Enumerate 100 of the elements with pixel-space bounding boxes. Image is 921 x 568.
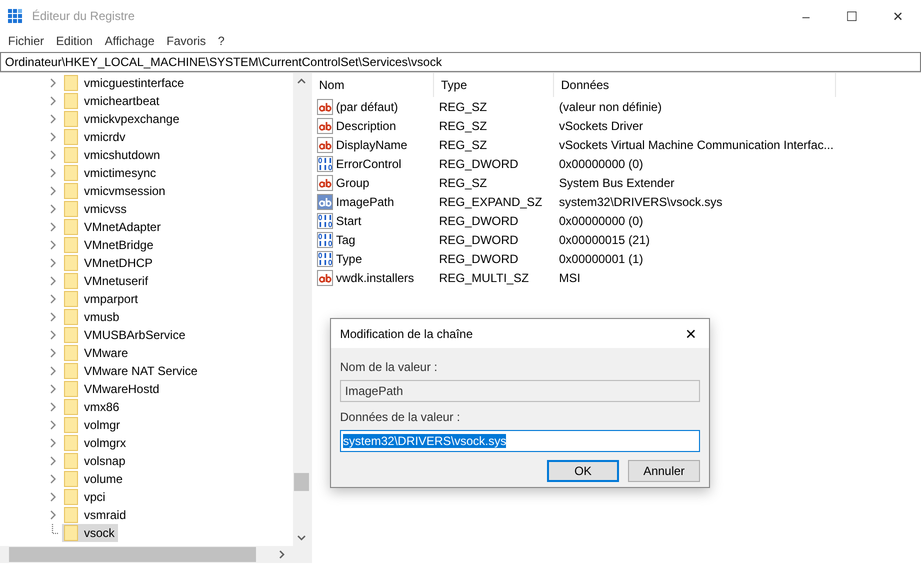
- folder-icon: [64, 237, 78, 253]
- tree-item[interactable]: vmictimesync: [62, 164, 160, 182]
- chevron-icon[interactable]: [48, 204, 58, 214]
- chevron-icon[interactable]: [48, 276, 58, 286]
- chevron-icon[interactable]: [48, 330, 58, 340]
- tree-item[interactable]: VMnetDHCP: [62, 254, 156, 272]
- field-label: Nom de la valeur :: [340, 360, 438, 376]
- folder-icon: [64, 381, 78, 397]
- folder-icon: [64, 75, 78, 91]
- value-type: REG_DWORD: [438, 232, 520, 246]
- address-bar[interactable]: Ordinateur\HKEY_LOCAL_MACHINE\SYSTEM\CurrentControlSet\Services\vsock: [0, 52, 921, 72]
- value-data: MSI: [558, 270, 580, 284]
- menu-item[interactable]: ?: [212, 34, 231, 48]
- menu-item[interactable]: Affichage: [98, 34, 161, 48]
- maximize-button[interactable]: ☐: [829, 0, 875, 32]
- chevron-icon[interactable]: [48, 186, 58, 196]
- folder-icon: [64, 327, 78, 343]
- chevron-icon[interactable]: [48, 402, 58, 412]
- folder-icon: [64, 453, 78, 469]
- value-type: REG_DWORD: [438, 156, 520, 170]
- tree-item[interactable]: vpci: [62, 488, 108, 506]
- chevron-icon[interactable]: [48, 96, 58, 106]
- folder-icon: [64, 273, 78, 289]
- chevron-icon[interactable]: [48, 132, 58, 142]
- chevron-icon[interactable]: [48, 510, 58, 520]
- tree-item[interactable]: volmgrx: [62, 434, 130, 452]
- chevron-icon[interactable]: [48, 294, 58, 304]
- menu-item[interactable]: Edition: [50, 34, 99, 48]
- registry-icon: [8, 8, 24, 24]
- chevron-icon[interactable]: [48, 384, 58, 394]
- folder-icon: [64, 399, 78, 415]
- column-header[interactable]: Données: [554, 73, 836, 97]
- tree-item[interactable]: vmicheartbeat: [62, 92, 162, 110]
- tree-item[interactable]: volsnap: [62, 452, 128, 470]
- tree-item[interactable]: vsock: [62, 524, 118, 542]
- field-label: Données de la valeur :: [340, 410, 462, 426]
- scrollbar-thumb[interactable]: [9, 547, 256, 562]
- folder-icon: [64, 147, 78, 163]
- chevron-icon[interactable]: [48, 312, 58, 322]
- chevron-icon[interactable]: [48, 150, 58, 160]
- value-name-field[interactable]: ImagePath: [340, 380, 700, 402]
- close-button[interactable]: ✕: [875, 0, 921, 32]
- chevron-icon[interactable]: [48, 474, 58, 484]
- tree-item[interactable]: VMnetAdapter: [62, 218, 164, 236]
- chevron-icon[interactable]: [48, 222, 58, 232]
- tree-item[interactable]: vmicvmsession: [62, 182, 168, 200]
- tree-item[interactable]: VMware NAT Service: [62, 362, 201, 380]
- tree-item[interactable]: VMnetBridge: [62, 236, 156, 254]
- tree-item[interactable]: vmicvss: [62, 200, 130, 218]
- tree-item[interactable]: VMware: [62, 344, 132, 362]
- value-type: REG_EXPAND_SZ: [438, 194, 544, 208]
- tree-item[interactable]: vmickvpexchange: [62, 110, 182, 128]
- chevron-icon[interactable]: [48, 420, 58, 430]
- chevron-icon[interactable]: [48, 366, 58, 376]
- value-data: (valeur non définie): [558, 100, 662, 114]
- tree-item[interactable]: vmicshutdown: [62, 146, 164, 164]
- tree-item[interactable]: vmparport: [62, 290, 142, 308]
- tree-item[interactable]: vmicguestinterface: [62, 74, 188, 92]
- minimize-button[interactable]: –: [783, 0, 829, 32]
- folder-icon: [64, 417, 78, 433]
- tree-item[interactable]: vsmraid: [62, 506, 130, 524]
- tree-item[interactable]: vmx86: [62, 398, 122, 416]
- value-data: 0x00000000 (0): [558, 156, 644, 170]
- tree-item[interactable]: VMwareHostd: [62, 380, 162, 398]
- column-header[interactable]: Type: [434, 73, 554, 97]
- value-data: 0x00000000 (0): [558, 214, 644, 228]
- value-name: Group: [336, 176, 370, 190]
- value-type: REG_SZ: [438, 100, 488, 114]
- tree-item[interactable]: volmgr: [62, 416, 124, 434]
- chevron-icon[interactable]: [48, 456, 58, 466]
- value-name: ImagePath: [336, 194, 394, 208]
- column-header[interactable]: Nom: [312, 73, 434, 97]
- tree-item[interactable]: vmicrdv: [62, 128, 128, 146]
- chevron-icon[interactable]: [48, 240, 58, 250]
- value-name: DisplayName: [336, 138, 408, 152]
- tree-item[interactable]: VMUSBArbService: [62, 326, 188, 344]
- folder-icon: [64, 255, 78, 271]
- chevron-icon[interactable]: [48, 78, 58, 88]
- chevron-icon[interactable]: [48, 168, 58, 178]
- tree-item[interactable]: VMnetuserif: [62, 272, 152, 290]
- chevron-icon[interactable]: [48, 114, 58, 124]
- tree-item[interactable]: vmusb: [62, 308, 122, 326]
- value-data: 0x00000015 (21): [558, 232, 650, 246]
- value-name: Description: [336, 118, 396, 132]
- tree-item[interactable]: volume: [62, 470, 126, 488]
- menu-item[interactable]: Fichier: [2, 34, 50, 48]
- ok-button[interactable]: OK: [547, 460, 619, 482]
- folder-icon: [64, 525, 78, 541]
- close-button[interactable]: ✕: [673, 319, 709, 348]
- value-type: REG_SZ: [438, 138, 488, 152]
- chevron-icon[interactable]: [48, 348, 58, 358]
- cancel-button[interactable]: Annuler: [628, 460, 700, 482]
- value-data-field[interactable]: system32\DRIVERS\vsock.sys: [340, 430, 700, 452]
- chevron-icon[interactable]: [48, 492, 58, 502]
- value-data: vSockets Virtual Machine Communication Interfac...: [558, 138, 834, 152]
- menu-item[interactable]: Favoris: [160, 34, 212, 48]
- folder-icon: [64, 309, 78, 325]
- chevron-icon[interactable]: [48, 438, 58, 448]
- scrollbar-thumb[interactable]: [294, 473, 309, 491]
- chevron-icon[interactable]: [48, 258, 58, 268]
